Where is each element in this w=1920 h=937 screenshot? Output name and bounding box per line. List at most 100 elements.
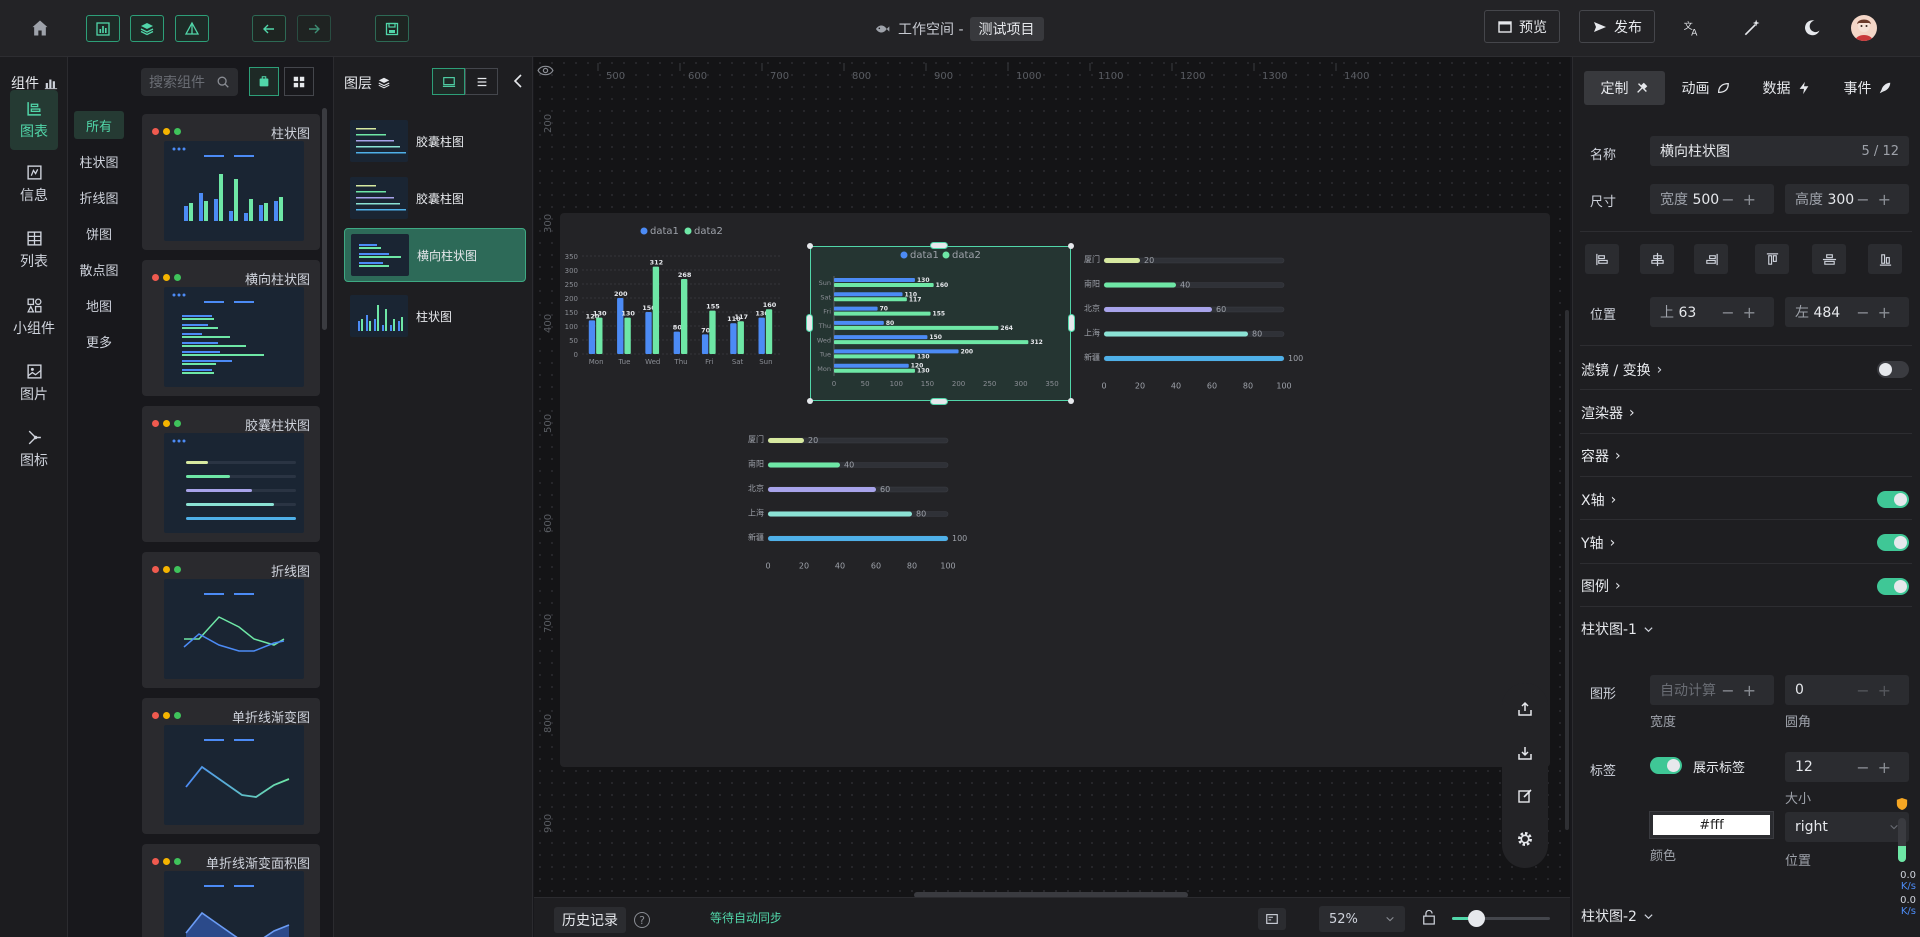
component-card-line[interactable]: 折线图 <box>142 552 320 688</box>
home-icon[interactable] <box>30 18 52 40</box>
import-icon[interactable] <box>1513 741 1537 765</box>
section-renderer[interactable]: 渲染器 › <box>1581 403 1635 423</box>
category-all[interactable]: 所有 <box>74 111 124 139</box>
toggle-charts-button[interactable] <box>86 15 120 42</box>
left-stepper[interactable]: −+ <box>1856 303 1899 322</box>
align-center-v-button[interactable] <box>1812 244 1846 274</box>
height-input[interactable]: 高度 300 −+ <box>1785 184 1909 214</box>
filter-toggle[interactable] <box>1877 361 1909 378</box>
zoom-select[interactable]: 52% <box>1319 906 1405 932</box>
series-1-header[interactable]: 柱状图-1 <box>1581 619 1654 639</box>
toggle-layers-button[interactable] <box>130 15 164 42</box>
section-legend[interactable]: 图例 › <box>1581 576 1621 596</box>
edit-icon[interactable] <box>1513 784 1537 808</box>
chart-vertical-bar[interactable]: data1 data2050100150200250300350120130Mon… <box>558 220 788 368</box>
tab-data[interactable]: 数据 <box>1746 71 1827 105</box>
shape-width-stepper[interactable]: −+ <box>1721 681 1764 700</box>
resize-handle-bottom[interactable] <box>930 398 948 405</box>
radius-input[interactable]: 0 −+ <box>1785 675 1909 705</box>
label-size-input[interactable]: 12 −+ <box>1785 752 1909 782</box>
category-scatter[interactable]: 散点图 <box>74 255 124 283</box>
section-y-axis[interactable]: Y轴 › <box>1581 533 1615 553</box>
eye-icon[interactable] <box>537 64 555 80</box>
category-line[interactable]: 折线图 <box>74 183 124 211</box>
section-filter[interactable]: 滤镜 / 变换 › <box>1581 360 1662 380</box>
rail-item-widgets[interactable]: 小组件 <box>10 287 58 347</box>
dark-mode-icon[interactable] <box>1800 16 1824 40</box>
rail-item-charts[interactable]: 图表 <box>10 90 58 150</box>
tab-animation[interactable]: 动画 <box>1665 71 1746 105</box>
help-icon[interactable]: ? <box>634 912 650 928</box>
minimap-icon[interactable] <box>1258 908 1286 930</box>
save-button[interactable] <box>375 15 409 42</box>
left-input[interactable]: 左 484 −+ <box>1785 297 1909 327</box>
align-left-button[interactable] <box>1585 244 1619 274</box>
history-button[interactable]: 历史记录 <box>554 907 626 933</box>
resize-handle-left[interactable] <box>806 314 813 332</box>
collapse-layers-icon[interactable] <box>510 73 526 89</box>
resize-handle-corner[interactable] <box>1068 398 1074 404</box>
component-card-horizontal-bar[interactable]: 横向柱状图 <box>142 260 320 396</box>
radius-stepper[interactable]: −+ <box>1856 681 1899 700</box>
label-size-stepper[interactable]: −+ <box>1856 758 1899 777</box>
component-search[interactable]: 搜索组件 <box>141 68 238 96</box>
resize-handle-right[interactable] <box>1068 314 1075 332</box>
rail-item-table[interactable]: 列表 <box>10 220 58 280</box>
layer-list-view-button[interactable] <box>465 68 498 95</box>
shape-width-input[interactable]: 自动计算 −+ <box>1650 675 1774 705</box>
card-view-button[interactable] <box>249 67 279 96</box>
lock-icon[interactable] <box>1422 909 1438 927</box>
toggle-details-button[interactable] <box>175 15 209 42</box>
layer-item[interactable]: 胶囊柱图 <box>344 114 526 168</box>
label-color-picker[interactable]: #fff <box>1649 811 1774 839</box>
resize-handle-corner[interactable] <box>807 398 813 404</box>
component-card-bar[interactable]: 柱状图 <box>142 114 320 250</box>
layer-item-selected[interactable]: 横向柱状图 <box>344 228 526 282</box>
canvas-scrollbar-vertical[interactable] <box>1565 310 1569 830</box>
align-top-button[interactable] <box>1755 244 1789 274</box>
search-input[interactable]: 搜索组件 <box>149 72 205 92</box>
component-card-capsule[interactable]: 胶囊柱状图 <box>142 406 320 542</box>
category-bar[interactable]: 柱状图 <box>74 147 124 175</box>
section-x-axis[interactable]: X轴 › <box>1581 490 1616 510</box>
width-input[interactable]: 宽度 500 −+ <box>1650 184 1774 214</box>
settings-gear-icon[interactable] <box>1513 827 1537 851</box>
translate-icon[interactable]: 文A <box>1680 16 1704 40</box>
export-icon[interactable] <box>1513 697 1537 721</box>
y-axis-toggle[interactable] <box>1877 534 1909 551</box>
layer-item[interactable]: 柱状图 <box>344 289 526 343</box>
category-map[interactable]: 地图 <box>74 291 124 319</box>
rail-item-info[interactable]: 信息 <box>10 154 58 214</box>
top-stepper[interactable]: −+ <box>1721 303 1764 322</box>
name-input[interactable]: 横向柱状图 5 / 12 <box>1650 136 1909 166</box>
tab-customize[interactable]: 定制 <box>1584 71 1665 105</box>
legend-toggle[interactable] <box>1877 578 1909 595</box>
align-center-h-button[interactable] <box>1640 244 1674 274</box>
chart-capsule-bar-2[interactable]: 厦门 20 南阳 40 北京 60 上海 80 新疆 100 0 20 40 60 80 100 <box>740 430 980 576</box>
chart-capsule-bar-1[interactable]: 厦门 20 南阳 40 北京 60 上海 80 新疆 100 0 20 40 60 80 100 <box>1076 250 1316 396</box>
layer-thumbnail-view-button[interactable] <box>432 68 465 95</box>
align-bottom-button[interactable] <box>1868 244 1902 274</box>
category-more[interactable]: 更多 <box>74 327 124 355</box>
width-stepper[interactable]: −+ <box>1721 190 1764 209</box>
resize-handle-top[interactable] <box>930 242 948 249</box>
magic-wand-icon[interactable] <box>1740 16 1764 40</box>
show-label-toggle[interactable] <box>1650 757 1682 774</box>
zoom-slider-thumb[interactable] <box>1468 910 1485 927</box>
layer-item[interactable]: 胶囊柱图 <box>344 171 526 225</box>
height-stepper[interactable]: −+ <box>1856 190 1899 209</box>
component-card-gradient-line[interactable]: 单折线渐变图 <box>142 698 320 834</box>
resize-handle-corner[interactable] <box>1068 243 1074 249</box>
rail-item-icons[interactable]: 图标 <box>10 419 58 479</box>
series-2-header[interactable]: 柱状图-2 <box>1581 906 1654 926</box>
rail-item-images[interactable]: 图片 <box>10 353 58 413</box>
top-input[interactable]: 上 63 −+ <box>1650 297 1774 327</box>
component-list-scrollbar[interactable] <box>322 108 327 330</box>
redo-button[interactable] <box>297 15 331 42</box>
publish-button[interactable]: 发布 <box>1579 10 1655 43</box>
tab-events[interactable]: 事件 <box>1827 71 1908 105</box>
align-right-button[interactable] <box>1694 244 1728 274</box>
section-container[interactable]: 容器 › <box>1581 446 1621 466</box>
x-axis-toggle[interactable] <box>1877 491 1909 508</box>
zoom-slider[interactable] <box>1452 910 1550 927</box>
